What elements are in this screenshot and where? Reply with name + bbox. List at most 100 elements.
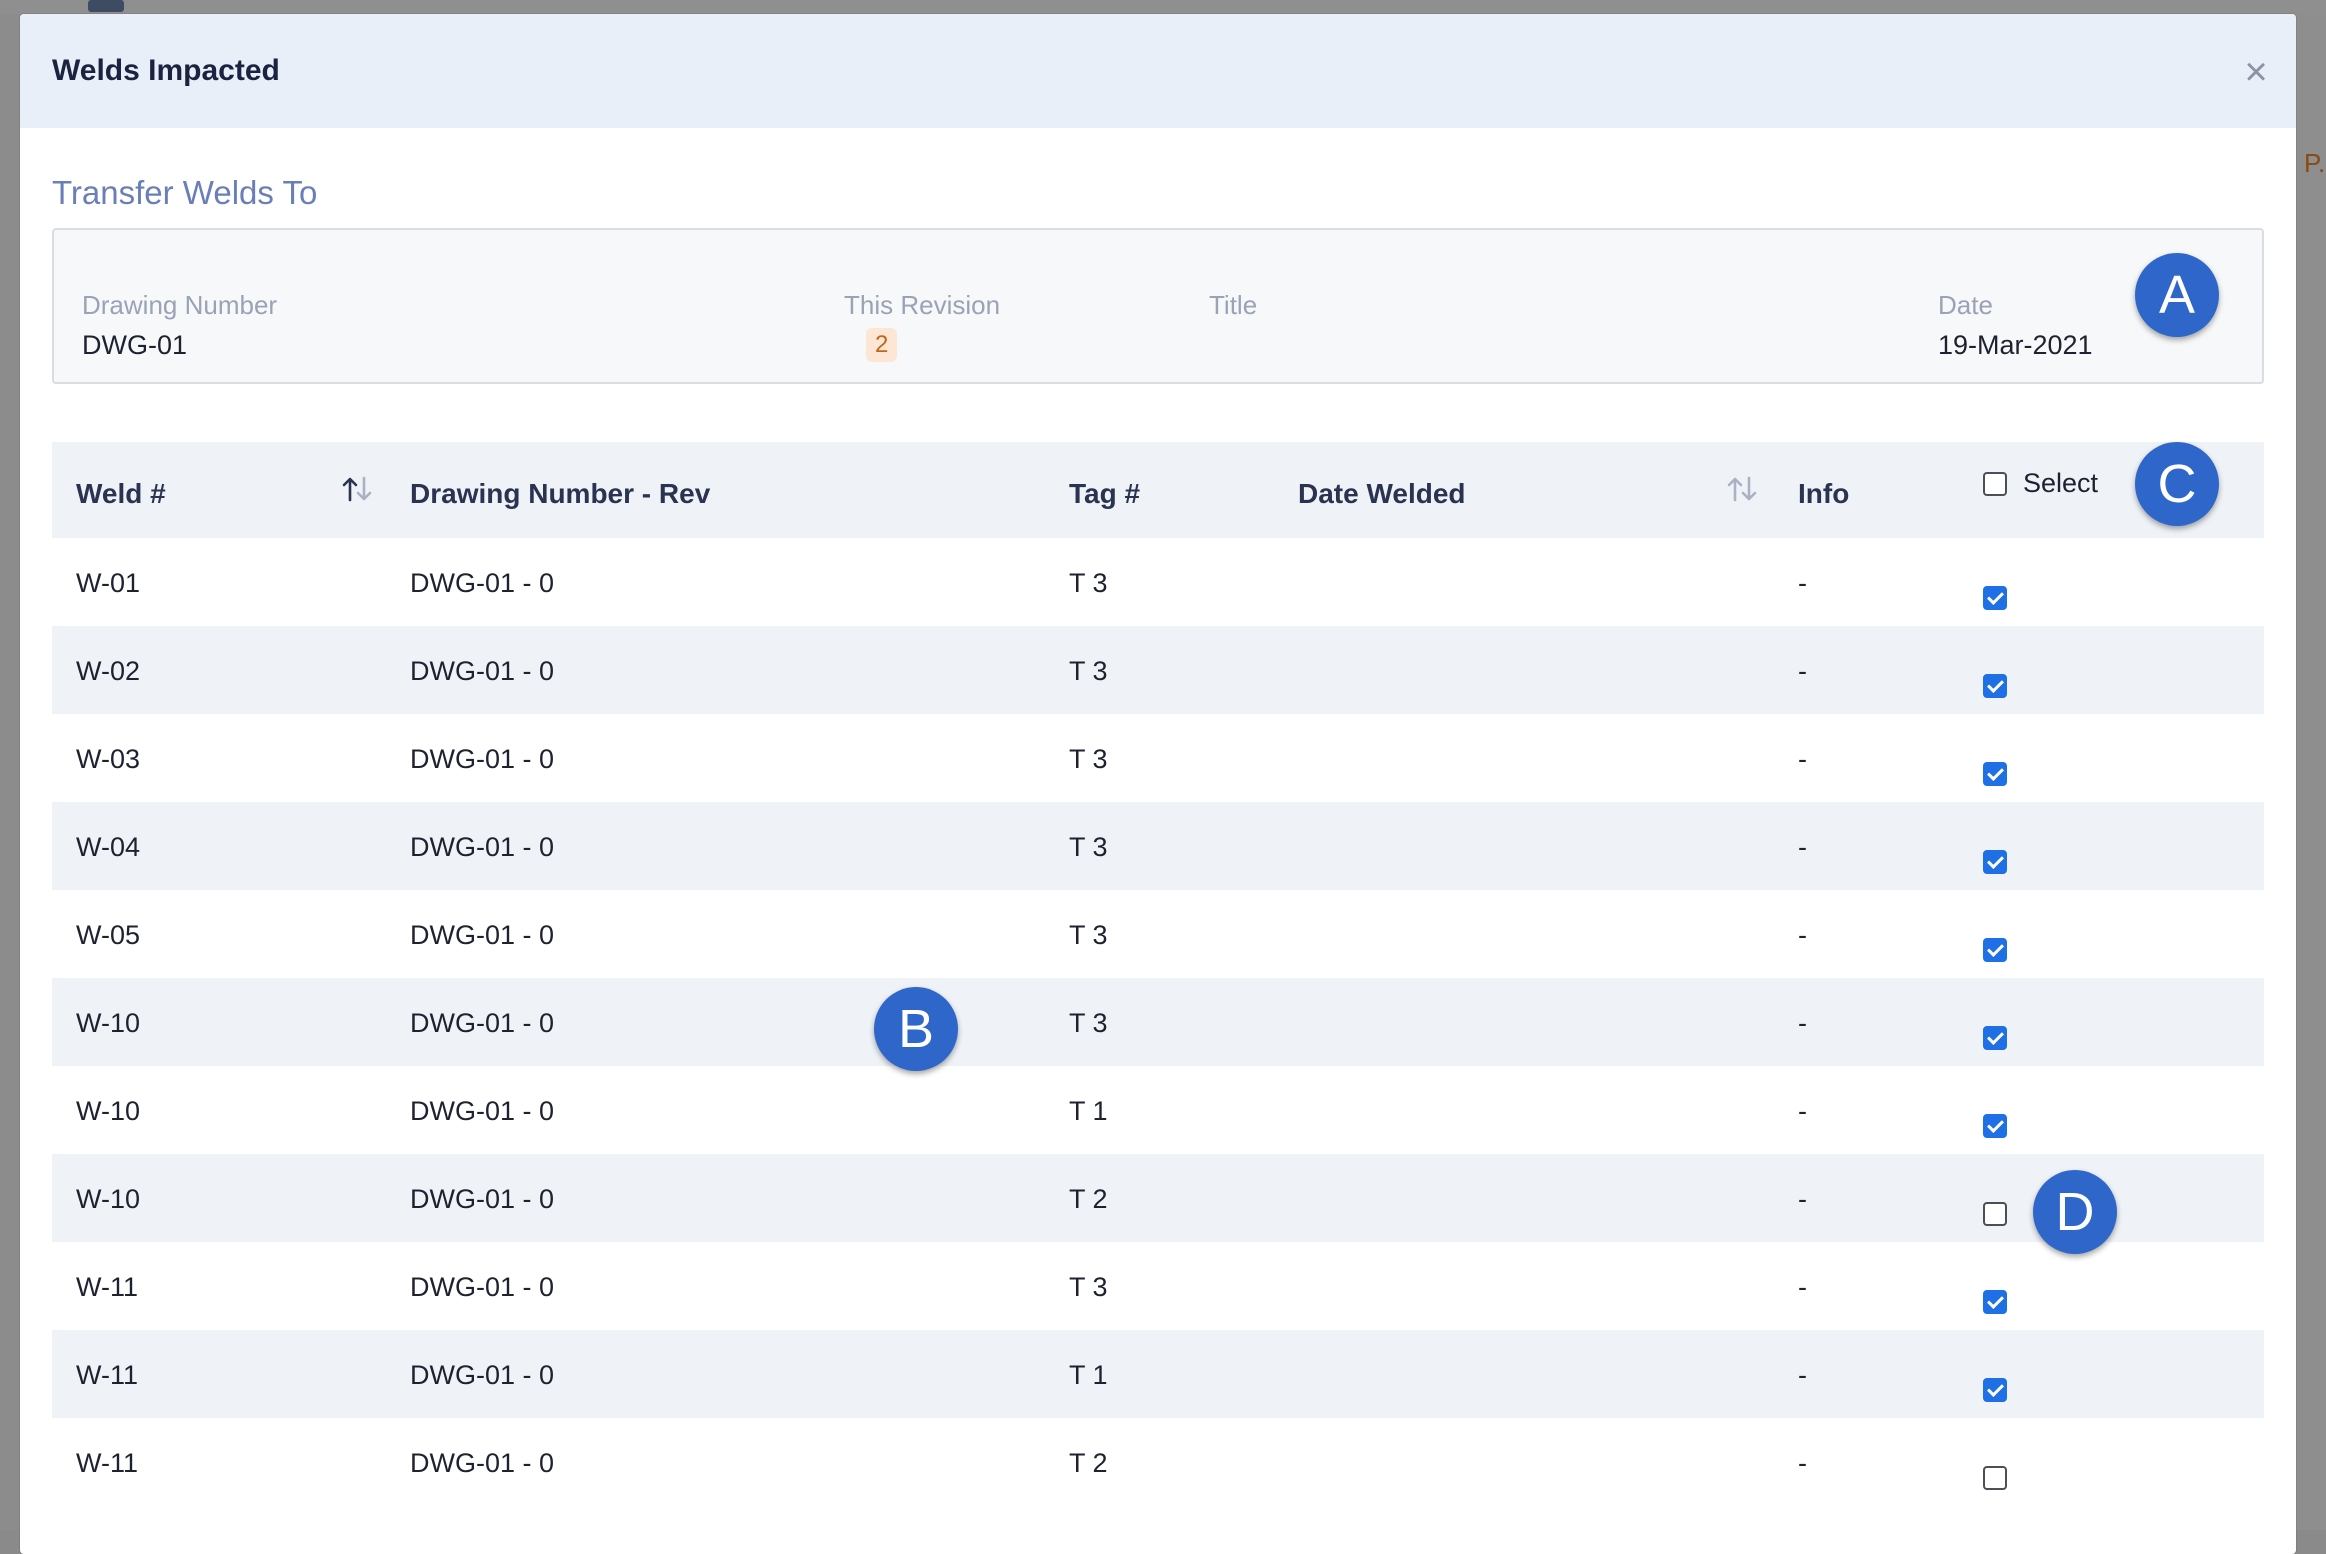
cell-weld: W-10 — [76, 1008, 141, 1038]
background-text: P.0 — [2304, 148, 2326, 178]
date-label: Date — [1938, 290, 1993, 320]
close-icon: × — [2244, 50, 2268, 94]
cell-weld: W-10 — [76, 1096, 141, 1126]
cell-info: - — [1798, 1272, 1807, 1302]
cell-info: - — [1798, 568, 1807, 598]
cell-info: - — [1798, 744, 1807, 774]
drawing-number-value: DWG-01 — [82, 330, 188, 360]
cell-tag: T 2 — [1069, 1448, 1108, 1478]
table-row[interactable]: W-10 DWG-01 - 0 T 2 - — [52, 1154, 2264, 1242]
revision-label: This Revision — [844, 290, 1001, 320]
welds-impacted-modal: Welds Impacted × Transfer Welds To Drawi… — [20, 14, 2296, 1554]
table-row[interactable]: W-03 DWG-01 - 0 T 3 - — [52, 714, 2264, 802]
cell-tag: T 3 — [1069, 1008, 1108, 1038]
cell-drawing-rev: DWG-01 - 0 — [410, 1272, 555, 1302]
select-all-label: Select — [2023, 468, 2099, 498]
annotation-marker-a: A — [2135, 253, 2219, 337]
cell-weld: W-05 — [76, 920, 141, 950]
column-header-drawing-rev[interactable]: Drawing Number - Rev — [410, 478, 710, 510]
drawing-info-card: Drawing Number DWG-01 This Revision 2 Ti… — [52, 228, 2264, 384]
cell-tag: T 3 — [1069, 744, 1108, 774]
row-select-checkbox[interactable] — [1983, 1202, 2007, 1226]
cell-weld: W-11 — [76, 1272, 139, 1302]
table-row[interactable]: W-01 DWG-01 - 0 T 3 - — [52, 538, 2264, 626]
row-select-checkbox[interactable] — [1983, 850, 2007, 874]
cell-weld: W-11 — [76, 1360, 139, 1390]
row-select-checkbox[interactable] — [1983, 938, 2007, 962]
row-select-checkbox[interactable] — [1983, 674, 2007, 698]
cell-weld: W-04 — [76, 832, 141, 862]
close-button[interactable]: × — [2234, 50, 2278, 94]
transfer-welds-title: Transfer Welds To — [52, 174, 318, 211]
background-tab — [88, 0, 124, 12]
title-label: Title — [1209, 290, 1258, 320]
cell-drawing-rev: DWG-01 - 0 — [410, 1184, 555, 1214]
table-row[interactable]: W-11 DWG-01 - 0 T 3 - — [52, 1242, 2264, 1330]
sort-icon[interactable] — [340, 474, 374, 504]
cell-weld: W-02 — [76, 656, 141, 686]
cell-tag: T 1 — [1069, 1096, 1108, 1126]
cell-tag: T 3 — [1069, 568, 1108, 598]
row-select-checkbox[interactable] — [1983, 1290, 2007, 1314]
cell-info: - — [1798, 832, 1807, 862]
column-header-weld[interactable]: Weld # — [76, 478, 166, 510]
cell-weld: W-03 — [76, 744, 141, 774]
cell-weld: W-01 — [76, 568, 141, 598]
cell-drawing-rev: DWG-01 - 0 — [410, 568, 555, 598]
cell-tag: T 1 — [1069, 1360, 1108, 1390]
row-select-checkbox[interactable] — [1983, 762, 2007, 786]
cell-tag: T 3 — [1069, 832, 1108, 862]
table-row[interactable]: W-04 DWG-01 - 0 T 3 - — [52, 802, 2264, 890]
modal-header: Welds Impacted × — [20, 14, 2296, 128]
cell-drawing-rev: DWG-01 - 0 — [410, 656, 555, 686]
cell-info: - — [1798, 920, 1807, 950]
cell-info: - — [1798, 1184, 1807, 1214]
modal-title: Welds Impacted — [52, 54, 280, 87]
welds-table: Weld # Drawing Number - Rev Tag # Date W… — [52, 442, 2264, 1506]
cell-drawing-rev: DWG-01 - 0 — [410, 1448, 555, 1478]
background-header — [0, 0, 2326, 14]
annotation-marker-b: B — [874, 987, 958, 1071]
table-row[interactable]: W-02 DWG-01 - 0 T 3 - — [52, 626, 2264, 714]
table-row[interactable]: W-10 DWG-01 - 0 T 3 - — [52, 978, 2264, 1066]
date-value: 19-Mar-2021 — [1938, 330, 2093, 360]
table-body: W-01 DWG-01 - 0T 3- W-02 DWG-01 - 0T 3- W-03… — [52, 538, 2264, 1506]
cell-weld: W-11 — [76, 1448, 139, 1478]
column-header-date-welded[interactable]: Date Welded — [1298, 478, 1466, 510]
cell-info: - — [1798, 1096, 1807, 1126]
cell-drawing-rev: DWG-01 - 0 — [410, 1008, 555, 1038]
background-edge — [2296, 14, 2326, 1530]
cell-drawing-rev: DWG-01 - 0 — [410, 1360, 555, 1390]
column-header-info: Info — [1798, 478, 1850, 509]
select-all-checkbox[interactable] — [1983, 471, 2007, 496]
cell-weld: W-10 — [76, 1184, 141, 1214]
table-row[interactable]: W-11 DWG-01 - 0 T 2 - — [52, 1418, 2264, 1506]
cell-drawing-rev: DWG-01 - 0 — [410, 832, 555, 862]
drawing-number-label: Drawing Number — [82, 290, 278, 320]
cell-info: - — [1798, 1448, 1807, 1478]
cell-drawing-rev: DWG-01 - 0 — [410, 1096, 555, 1126]
annotation-marker-d: D — [2033, 1170, 2117, 1254]
select-all-toggle[interactable]: Select — [1983, 468, 2098, 499]
column-header-tag[interactable]: Tag # — [1069, 478, 1140, 510]
table-row[interactable]: W-10 DWG-01 - 0 T 1 - — [52, 1066, 2264, 1154]
row-select-checkbox[interactable] — [1983, 586, 2007, 610]
annotation-marker-c: C — [2135, 442, 2219, 526]
revision-badge: 2 — [866, 328, 898, 362]
table-header: Weld # Drawing Number - Rev Tag # Date W… — [52, 442, 2264, 538]
cell-drawing-rev: DWG-01 - 0 — [410, 920, 555, 950]
row-select-checkbox[interactable] — [1983, 1466, 2007, 1490]
cell-info: - — [1798, 1008, 1807, 1038]
cell-info: - — [1798, 1360, 1807, 1390]
sort-icon[interactable] — [1725, 474, 1759, 504]
table-row[interactable]: W-05 DWG-01 - 0 T 3 - — [52, 890, 2264, 978]
row-select-checkbox[interactable] — [1983, 1026, 2007, 1050]
cell-info: - — [1798, 656, 1807, 686]
row-select-checkbox[interactable] — [1983, 1378, 2007, 1402]
cell-tag: T 2 — [1069, 1184, 1108, 1214]
cell-tag: T 3 — [1069, 656, 1108, 686]
cell-drawing-rev: DWG-01 - 0 — [410, 744, 555, 774]
table-row[interactable]: W-11 DWG-01 - 0 T 1 - — [52, 1330, 2264, 1418]
cell-tag: T 3 — [1069, 1272, 1108, 1302]
row-select-checkbox[interactable] — [1983, 1114, 2007, 1138]
